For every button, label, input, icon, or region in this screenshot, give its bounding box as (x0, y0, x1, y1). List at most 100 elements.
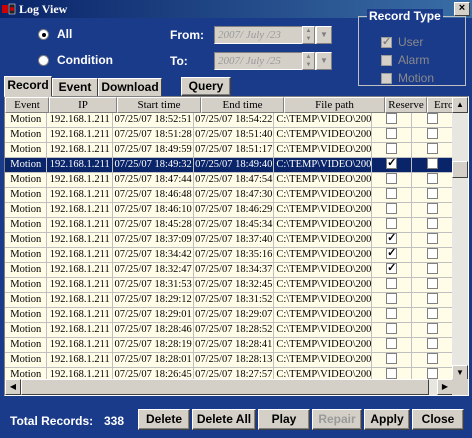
reserve-checkbox[interactable] (386, 293, 398, 305)
reserve-checkbox[interactable] (386, 113, 398, 125)
error-checkbox[interactable] (426, 308, 438, 320)
checkbox-user[interactable] (381, 35, 392, 48)
scroll-up-icon[interactable]: ▲ (452, 97, 468, 113)
repair-button[interactable]: Repair (312, 409, 362, 430)
spin-up-icon[interactable]: ▲ (303, 27, 314, 35)
checkbox-alarm[interactable] (381, 54, 392, 66)
reserve-checkbox[interactable] (386, 158, 398, 170)
error-checkbox[interactable] (426, 203, 438, 215)
hscroll-thumb[interactable] (21, 379, 429, 395)
to-date-spinner[interactable]: ▲ ▼ (302, 52, 315, 70)
reserve-checkbox[interactable] (386, 218, 398, 230)
error-checkbox[interactable] (426, 338, 438, 350)
record-type-motion[interactable]: Motion (381, 71, 434, 85)
table-row[interactable]: Motion 192.168.1.211 07/25/07 18:46:10 07/2… (5, 203, 453, 218)
reserve-checkbox[interactable] (386, 263, 398, 275)
col-end-time[interactable]: End time (201, 97, 284, 113)
reserve-checkbox[interactable] (386, 323, 398, 335)
radio-condition-dot[interactable] (38, 54, 49, 66)
radio-all-dot[interactable] (38, 28, 49, 40)
error-checkbox[interactable] (426, 248, 438, 260)
error-checkbox[interactable] (426, 293, 438, 305)
table-row[interactable]: Motion 192.168.1.211 07/25/07 18:29:12 07/2… (5, 293, 453, 308)
horizontal-scrollbar[interactable]: ◀ ▶ (5, 379, 453, 395)
table-row[interactable]: Motion 192.168.1.211 07/25/07 18:31:53 07/2… (5, 278, 453, 293)
error-checkbox[interactable] (426, 218, 438, 230)
spin-up-icon[interactable]: ▲ (303, 53, 314, 61)
table-row[interactable]: Motion 192.168.1.211 07/25/07 18:32:47 07/2… (5, 263, 453, 278)
delete-all-button[interactable]: Delete All (192, 409, 256, 430)
from-date-spinner[interactable]: ▲ ▼ (302, 26, 315, 44)
reserve-checkbox[interactable] (386, 368, 398, 380)
error-checkbox[interactable] (426, 158, 438, 170)
reserve-checkbox[interactable] (386, 353, 398, 365)
reserve-checkbox[interactable] (386, 173, 398, 185)
table-row[interactable]: Motion 192.168.1.211 07/25/07 18:51:28 07/2… (5, 128, 453, 143)
delete-button[interactable]: Delete (138, 409, 190, 430)
record-type-user[interactable]: User (381, 35, 423, 49)
col-file-path[interactable]: File path (284, 97, 385, 113)
col-event[interactable]: Event (5, 97, 49, 113)
col-reserve[interactable]: Reserve (385, 97, 427, 113)
error-checkbox[interactable] (426, 113, 438, 125)
col-ip[interactable]: IP (49, 97, 117, 113)
reserve-checkbox[interactable] (386, 203, 398, 215)
reserve-checkbox[interactable] (386, 188, 398, 200)
to-date-dropdown[interactable]: ▼ (316, 52, 332, 70)
table-row[interactable]: Motion 192.168.1.211 07/25/07 18:46:48 07/2… (5, 188, 453, 203)
col-start-time[interactable]: Start time (117, 97, 201, 113)
spin-down-icon[interactable]: ▼ (303, 35, 314, 43)
table-row[interactable]: Motion 192.168.1.211 07/25/07 18:37:09 07/2… (5, 233, 453, 248)
apply-button[interactable]: Apply (364, 409, 410, 430)
record-table[interactable]: Event IP Start time End time File path R… (4, 96, 469, 396)
tab-event[interactable]: Event (52, 78, 98, 97)
reserve-checkbox[interactable] (386, 338, 398, 350)
tab-download[interactable]: Download (98, 78, 162, 97)
cell-start-time: 07/25/07 18:28:01 (113, 353, 195, 368)
error-checkbox[interactable] (426, 173, 438, 185)
table-row[interactable]: Motion 192.168.1.211 07/25/07 18:28:46 07/2… (5, 323, 453, 338)
to-date-field[interactable]: 2007/ July /25 (214, 52, 316, 70)
error-checkbox[interactable] (426, 323, 438, 335)
spin-down-icon[interactable]: ▼ (303, 61, 314, 69)
error-checkbox[interactable] (426, 128, 438, 140)
table-row[interactable]: Motion 192.168.1.211 07/25/07 18:49:32 07/2… (5, 158, 453, 173)
reserve-checkbox[interactable] (386, 233, 398, 245)
radio-condition[interactable]: Condition (38, 53, 113, 67)
scroll-right-icon[interactable]: ▶ (437, 379, 453, 395)
from-date-field[interactable]: 2007/ July /23 (214, 26, 316, 44)
table-row[interactable]: Motion 192.168.1.211 07/25/07 18:47:44 07/2… (5, 173, 453, 188)
tab-record[interactable]: Record (4, 76, 52, 97)
table-row[interactable]: Motion 192.168.1.211 07/25/07 18:49:59 07/2… (5, 143, 453, 158)
reserve-checkbox[interactable] (386, 308, 398, 320)
scroll-thumb[interactable] (452, 161, 468, 178)
from-date-dropdown[interactable]: ▼ (316, 26, 332, 44)
cell-reserve (371, 128, 413, 143)
close-button[interactable]: Close (412, 409, 464, 430)
record-type-alarm[interactable]: Alarm (381, 53, 429, 67)
table-row[interactable]: Motion 192.168.1.211 07/25/07 18:28:19 07/2… (5, 338, 453, 353)
reserve-checkbox[interactable] (386, 278, 398, 290)
table-row[interactable]: Motion 192.168.1.211 07/25/07 18:29:01 07/2… (5, 308, 453, 323)
play-button[interactable]: Play (258, 409, 310, 430)
reserve-checkbox[interactable] (386, 143, 398, 155)
table-row[interactable]: Motion 192.168.1.211 07/25/07 18:34:42 07/2… (5, 248, 453, 263)
error-checkbox[interactable] (426, 368, 438, 380)
radio-all[interactable]: All (38, 27, 72, 41)
vertical-scrollbar[interactable]: ▲ ▼ (452, 97, 468, 381)
scroll-left-icon[interactable]: ◀ (5, 379, 21, 395)
error-checkbox[interactable] (426, 233, 438, 245)
reserve-checkbox[interactable] (386, 128, 398, 140)
table-row[interactable]: Motion 192.168.1.211 07/25/07 18:28:01 07/2… (5, 353, 453, 368)
table-row[interactable]: Motion 192.168.1.211 07/25/07 18:45:28 07/2… (5, 218, 453, 233)
error-checkbox[interactable] (426, 263, 438, 275)
query-button[interactable]: Query (181, 77, 231, 96)
error-checkbox[interactable] (426, 353, 438, 365)
checkbox-motion[interactable] (381, 72, 392, 84)
error-checkbox[interactable] (426, 143, 438, 155)
reserve-checkbox[interactable] (386, 248, 398, 260)
error-checkbox[interactable] (426, 278, 438, 290)
close-window-button[interactable]: × (454, 2, 470, 16)
error-checkbox[interactable] (426, 188, 438, 200)
table-row[interactable]: Motion 192.168.1.211 07/25/07 18:52:51 07/2… (5, 113, 453, 128)
